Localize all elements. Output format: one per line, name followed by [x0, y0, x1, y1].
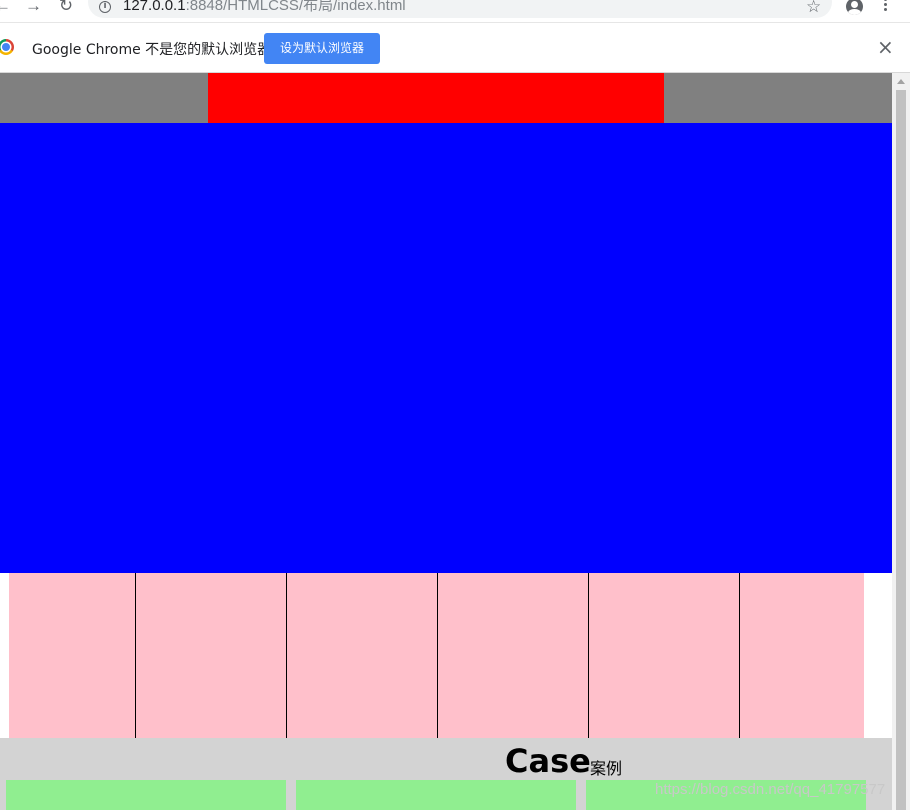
reload-icon[interactable]: ↻ [58, 0, 74, 16]
chrome-logo-icon [0, 39, 14, 55]
green-card [6, 780, 286, 810]
infobar-message: Google Chrome 不是您的默认浏览器 [32, 42, 272, 58]
green-card [296, 780, 576, 810]
case-title: Case [505, 742, 591, 780]
case-subtitle: 案例 [590, 759, 623, 778]
forward-icon[interactable]: → [25, 0, 42, 16]
case-section: Case 案例 [0, 738, 892, 810]
pink-cell [588, 573, 739, 738]
address-bar[interactable]: i 127.0.0.1:8848/HTMLCSS/布局/index.html [88, 0, 832, 18]
url-path: :8848/HTMLCSS/布局/index.html [185, 0, 406, 14]
header-center-block [208, 73, 664, 123]
pink-cell [286, 573, 437, 738]
scrollbar-thumb[interactable] [896, 90, 906, 810]
bookmark-star-icon[interactable]: ☆ [806, 0, 821, 16]
pink-cell [739, 573, 864, 738]
watermark: https://blog.csdn.net/qq_41797577 [655, 781, 886, 798]
vertical-scrollbar[interactable] [892, 73, 910, 810]
pink-cell [9, 573, 135, 738]
menu-icon[interactable] [884, 0, 888, 13]
url-text[interactable]: 127.0.0.1:8848/HTMLCSS/布局/index.html [123, 0, 406, 14]
browser-toolbar: ← → ↻ i 127.0.0.1:8848/HTMLCSS/布局/index.… [0, 0, 910, 23]
pink-cell [135, 573, 286, 738]
close-icon[interactable]: × [877, 37, 894, 57]
default-browser-infobar: Google Chrome 不是您的默认浏览器 设为默认浏览器 × [0, 23, 910, 73]
banner-block [0, 123, 892, 573]
site-info-icon[interactable]: i [99, 1, 111, 13]
account-icon[interactable] [846, 0, 863, 15]
url-host: 127.0.0.1 [123, 0, 186, 14]
set-default-browser-button[interactable]: 设为默认浏览器 [264, 33, 380, 64]
pink-cell [437, 573, 588, 738]
pink-cell-row [9, 573, 864, 738]
scroll-up-arrow-icon[interactable] [897, 79, 905, 84]
page-viewport: Case 案例 [0, 73, 892, 810]
header-bar [0, 73, 892, 123]
back-icon[interactable]: ← [0, 0, 11, 16]
